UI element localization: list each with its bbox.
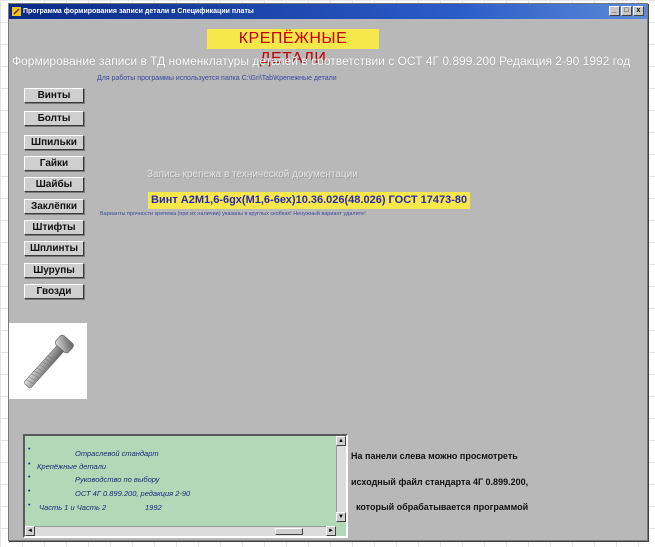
- folder-note: Для работы программы используется папка …: [97, 75, 337, 82]
- app-icon: [12, 7, 21, 16]
- doc-line: 1992: [145, 503, 162, 512]
- category-button-gaiki[interactable]: Гайки: [24, 156, 84, 171]
- standard-source-textarea[interactable]: • • • • • Отраслевой стандарт Крепёжные …: [23, 434, 348, 538]
- info-line-1: На панели слева можно просмотреть: [351, 451, 518, 461]
- minimize-button[interactable]: _: [609, 6, 620, 16]
- horizontal-scrollbar[interactable]: ◄ ►: [25, 526, 336, 536]
- doc-line: Отраслевой стандарт: [75, 449, 159, 458]
- horizontal-scroll-thumb[interactable]: [275, 528, 303, 535]
- doc-line: ОСТ 4Г 0.899.200, редакция 2-90: [75, 489, 191, 498]
- list-bullet: •: [28, 474, 31, 481]
- screw-image: [9, 323, 87, 399]
- scroll-right-button[interactable]: ►: [326, 526, 336, 536]
- category-button-vinty[interactable]: Винты: [24, 88, 84, 103]
- list-bullet: •: [28, 488, 31, 495]
- variants-note: Варианты прочности крепежа (при их налич…: [100, 211, 366, 217]
- record-value-field[interactable]: Винт А2М1,6-6gх(М1,6-6ех)10.36.026(48.02…: [148, 192, 471, 209]
- close-button[interactable]: x: [633, 6, 644, 16]
- category-button-gvozdi[interactable]: Гвозди: [24, 284, 84, 299]
- window-title: Программа формирования записи детали в С…: [23, 8, 254, 15]
- vertical-scrollbar[interactable]: ▲ ▼: [336, 436, 346, 522]
- info-line-3: который обрабатывается программой: [356, 502, 529, 512]
- doc-line: Руководство по выбору: [75, 475, 160, 484]
- category-button-bolty[interactable]: Болты: [24, 111, 84, 126]
- record-caption: Запись крепежа в технической документаци…: [147, 169, 358, 180]
- category-button-zaklepki[interactable]: Заклёпки: [24, 199, 84, 214]
- category-button-shpilki[interactable]: Шпильки: [24, 135, 84, 150]
- list-bullet: •: [28, 461, 31, 468]
- doc-line: Крепёжные детали: [37, 462, 107, 471]
- info-line-2: исходный файл стандарта 4Г 0.899.200,: [351, 477, 529, 487]
- doc-line: Часть 1 и Часть 2: [39, 503, 107, 512]
- screw-illustration: [24, 334, 74, 389]
- page-subheading: Формирование записи в ТД номенклатуры де…: [12, 54, 631, 68]
- category-button-shplinty[interactable]: Шплинты: [24, 241, 84, 256]
- title-bar[interactable]: Программа формирования записи детали в С…: [9, 4, 647, 19]
- title-buttons: _ □ x: [609, 6, 644, 16]
- page-heading: КРЕПЁЖНЫЕ ДЕТАЛИ: [207, 29, 379, 67]
- scroll-down-button[interactable]: ▼: [336, 512, 346, 522]
- maximize-button[interactable]: □: [621, 6, 632, 16]
- scroll-up-button[interactable]: ▲: [336, 436, 346, 446]
- list-bullet: •: [28, 502, 31, 509]
- list-bullet: •: [28, 446, 31, 453]
- scroll-left-button[interactable]: ◄: [25, 526, 35, 536]
- app-window: Программа формирования записи детали в С…: [8, 3, 648, 541]
- category-button-shtifty[interactable]: Штифты: [24, 220, 84, 235]
- category-button-shurupy[interactable]: Шурупы: [24, 263, 84, 278]
- category-button-shaiby[interactable]: Шайбы: [24, 177, 84, 192]
